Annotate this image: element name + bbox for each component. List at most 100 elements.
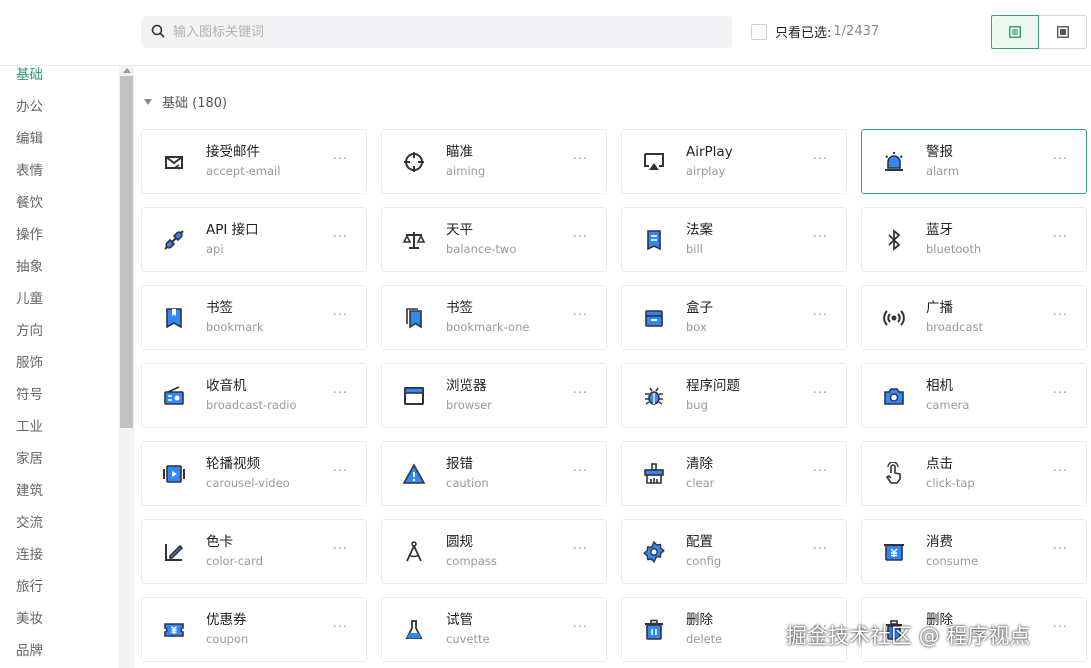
config-icon bbox=[642, 540, 666, 564]
more-options-button[interactable]: ··· bbox=[573, 309, 588, 323]
more-options-button[interactable]: ··· bbox=[813, 231, 828, 245]
sidebar-item[interactable]: 工业 bbox=[0, 411, 118, 443]
icon-card[interactable]: 相机 camera ··· bbox=[861, 363, 1087, 428]
icon-card[interactable]: 清除 clear ··· bbox=[621, 441, 847, 506]
icon-card[interactable]: 天平 balance-two ··· bbox=[381, 207, 607, 272]
icon-card-text: 接受邮件 accept-email bbox=[206, 143, 280, 179]
more-options-button[interactable]: ··· bbox=[1053, 309, 1068, 323]
sidebar-item[interactable]: 家居 bbox=[0, 443, 118, 475]
sidebar-item[interactable]: 交流 bbox=[0, 507, 118, 539]
icon-name: 轮播视频 bbox=[206, 456, 260, 472]
icon-card[interactable]: 试管 cuvette ··· bbox=[381, 597, 607, 662]
icon-card-text: 浏览器 browser bbox=[446, 377, 492, 413]
icon-card[interactable]: 收音机 broadcast-radio ··· bbox=[141, 363, 367, 428]
more-options-button[interactable]: ··· bbox=[333, 543, 348, 557]
sidebar-scrollbar[interactable] bbox=[119, 66, 134, 668]
icon-card[interactable]: 报错 caution ··· bbox=[381, 441, 607, 506]
icon-card[interactable]: 配置 config ··· bbox=[621, 519, 847, 584]
icon-card-text: 消费 consume bbox=[926, 533, 978, 569]
scrollbar-thumb[interactable] bbox=[120, 76, 133, 428]
more-options-button[interactable]: ··· bbox=[1053, 153, 1068, 167]
list-view-button[interactable] bbox=[991, 15, 1039, 49]
sidebar-item[interactable]: 方向 bbox=[0, 315, 118, 347]
more-options-button[interactable]: ··· bbox=[573, 153, 588, 167]
only-selected-filter[interactable]: 只看已选: 1/2437 bbox=[751, 22, 879, 41]
icon-grid: 接受邮件 accept-email ··· 瞄准 aiming ··· AirPlay air… bbox=[141, 129, 1087, 662]
more-options-button[interactable]: ··· bbox=[813, 465, 828, 479]
sidebar-item[interactable]: 操作 bbox=[0, 219, 118, 251]
icon-card[interactable]: 色卡 color-card ··· bbox=[141, 519, 367, 584]
more-options-button[interactable]: ··· bbox=[813, 543, 828, 557]
icon-card[interactable]: 优惠券 coupon ··· bbox=[141, 597, 367, 662]
icon-card[interactable]: 圆规 compass ··· bbox=[381, 519, 607, 584]
more-options-button[interactable]: ··· bbox=[573, 387, 588, 401]
more-options-button[interactable]: ··· bbox=[1053, 387, 1068, 401]
icon-card-text: 清除 clear bbox=[686, 455, 714, 491]
more-options-button[interactable]: ··· bbox=[333, 231, 348, 245]
icon-card[interactable]: 广播 broadcast ··· bbox=[861, 285, 1087, 350]
icon-card[interactable]: 法案 bill ··· bbox=[621, 207, 847, 272]
icon-card[interactable]: 程序问题 bug ··· bbox=[621, 363, 847, 428]
more-options-button[interactable]: ··· bbox=[1053, 621, 1068, 635]
group-header[interactable]: 基础 (180) bbox=[144, 92, 227, 111]
icon-card[interactable]: 轮播视频 carousel-video ··· bbox=[141, 441, 367, 506]
radio-icon bbox=[162, 384, 186, 408]
icon-name: 浏览器 bbox=[446, 378, 487, 394]
icon-card[interactable]: 消费 consume ··· bbox=[861, 519, 1087, 584]
icon-card[interactable]: AirPlay airplay ··· bbox=[621, 129, 847, 194]
sidebar-item[interactable]: 基础 bbox=[0, 66, 118, 91]
scale-icon bbox=[402, 228, 426, 252]
icon-id: alarm bbox=[926, 164, 960, 178]
more-options-button[interactable]: ··· bbox=[573, 465, 588, 479]
more-options-button[interactable]: ··· bbox=[333, 153, 348, 167]
more-options-button[interactable]: ··· bbox=[1053, 543, 1068, 557]
sidebar-item[interactable]: 办公 bbox=[0, 91, 118, 123]
more-options-button[interactable]: ··· bbox=[333, 309, 348, 323]
only-selected-checkbox[interactable] bbox=[751, 23, 767, 40]
sidebar-item[interactable]: 符号 bbox=[0, 379, 118, 411]
icon-card-text: 收音机 broadcast-radio bbox=[206, 377, 296, 413]
search-box[interactable] bbox=[141, 16, 732, 48]
sidebar-item[interactable]: 服饰 bbox=[0, 347, 118, 379]
sidebar-item[interactable]: 连接 bbox=[0, 539, 118, 571]
icon-card[interactable]: 警报 alarm ··· bbox=[861, 129, 1087, 194]
more-options-button[interactable]: ··· bbox=[1053, 231, 1068, 245]
grid-view-button[interactable] bbox=[1039, 15, 1087, 49]
icon-card[interactable]: 书签 bookmark ··· bbox=[141, 285, 367, 350]
scroll-up-arrow-icon[interactable] bbox=[123, 68, 131, 73]
sidebar-item[interactable]: 编辑 bbox=[0, 123, 118, 155]
more-options-button[interactable]: ··· bbox=[1053, 465, 1068, 479]
sidebar-item[interactable]: 儿童 bbox=[0, 283, 118, 315]
icon-card[interactable]: 书签 bookmark-one ··· bbox=[381, 285, 607, 350]
more-options-button[interactable]: ··· bbox=[573, 231, 588, 245]
more-options-button[interactable]: ··· bbox=[813, 153, 828, 167]
icon-name: 清除 bbox=[686, 456, 713, 472]
icon-name: 蓝牙 bbox=[926, 222, 953, 238]
icon-card-text: API 接口 api bbox=[206, 221, 259, 257]
more-options-button[interactable]: ··· bbox=[333, 621, 348, 635]
sidebar-item[interactable]: 旅行 bbox=[0, 571, 118, 603]
sidebar-item[interactable]: 表情 bbox=[0, 155, 118, 187]
more-options-button[interactable]: ··· bbox=[573, 543, 588, 557]
more-options-button[interactable]: ··· bbox=[333, 387, 348, 401]
sidebar-item[interactable]: 美妆 bbox=[0, 603, 118, 635]
more-options-button[interactable]: ··· bbox=[813, 309, 828, 323]
icon-id: box bbox=[686, 320, 707, 334]
icon-card[interactable]: 瞄准 aiming ··· bbox=[381, 129, 607, 194]
more-options-button[interactable]: ··· bbox=[573, 621, 588, 635]
search-input[interactable] bbox=[173, 24, 693, 40]
sidebar-item[interactable]: 品牌 bbox=[0, 635, 118, 667]
only-selected-label: 只看已选: bbox=[775, 26, 832, 41]
sidebar-item[interactable]: 建筑 bbox=[0, 475, 118, 507]
icon-card[interactable]: 接受邮件 accept-email ··· bbox=[141, 129, 367, 194]
more-options-button[interactable]: ··· bbox=[813, 387, 828, 401]
sidebar-item[interactable]: 餐饮 bbox=[0, 187, 118, 219]
more-options-button[interactable]: ··· bbox=[333, 465, 348, 479]
icon-card[interactable]: 盒子 box ··· bbox=[621, 285, 847, 350]
icon-card[interactable]: 点击 click-tap ··· bbox=[861, 441, 1087, 506]
icon-card[interactable]: API 接口 api ··· bbox=[141, 207, 367, 272]
icon-card[interactable]: 蓝牙 bluetooth ··· bbox=[861, 207, 1087, 272]
icon-card-text: 色卡 color-card bbox=[206, 533, 263, 569]
sidebar-item[interactable]: 抽象 bbox=[0, 251, 118, 283]
icon-card[interactable]: 浏览器 browser ··· bbox=[381, 363, 607, 428]
